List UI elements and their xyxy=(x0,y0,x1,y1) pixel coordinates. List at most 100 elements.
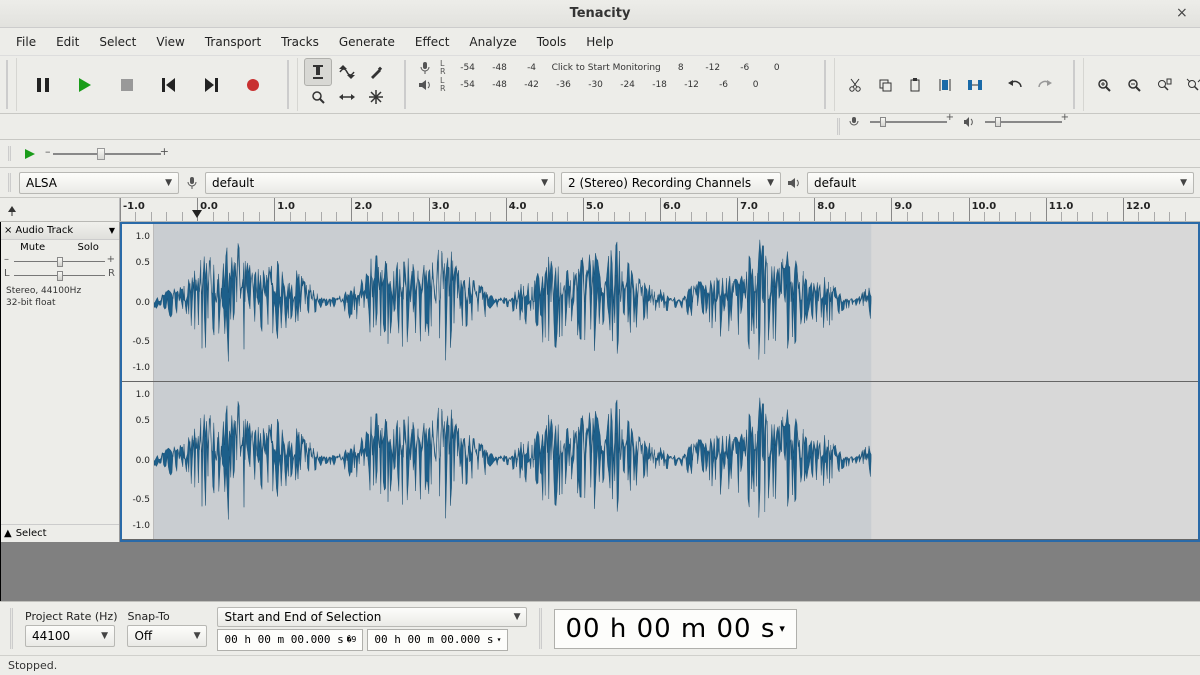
mic-icon[interactable] xyxy=(418,61,432,75)
grip[interactable] xyxy=(6,60,8,109)
project-rate-dropdown[interactable]: 44100▼ xyxy=(25,625,115,647)
snap-to-label: Snap-To xyxy=(127,610,207,623)
zoom-in-button[interactable] xyxy=(1090,71,1118,99)
gain-slider[interactable]: –+ xyxy=(0,255,119,269)
record-button[interactable] xyxy=(233,67,273,103)
selection-end-time[interactable]: 00 h 00 m 00.000 s▾ xyxy=(367,629,508,651)
playhead-cursor xyxy=(0,222,1,601)
redo-button[interactable] xyxy=(1031,71,1059,99)
trim-button[interactable] xyxy=(931,71,959,99)
transport-controls xyxy=(16,58,279,111)
menu-edit[interactable]: Edit xyxy=(46,31,89,53)
grip[interactable] xyxy=(10,608,13,649)
play-at-speed-toolbar: –+ xyxy=(0,140,1200,168)
audio-host-value: ALSA xyxy=(26,176,57,190)
waveform-right-channel[interactable]: 1.00.50.0-0.5-1.0 xyxy=(122,382,1198,540)
menubar: FileEditSelectViewTransportTracksGenerat… xyxy=(0,28,1200,56)
copy-button[interactable] xyxy=(871,71,899,99)
zoom-tool[interactable] xyxy=(304,83,332,111)
draw-tool[interactable] xyxy=(362,58,390,86)
mic-icon xyxy=(185,176,199,190)
track-close-icon[interactable]: × xyxy=(4,225,12,236)
meters: LR -54-48-4 Click to Start Monitoring 8-… xyxy=(414,58,816,111)
menu-effect[interactable]: Effect xyxy=(405,31,460,53)
recording-channels-dropdown[interactable]: 2 (Stereo) Recording Channels▼ xyxy=(561,172,781,194)
recording-device-value: default xyxy=(212,176,254,190)
menu-tracks[interactable]: Tracks xyxy=(271,31,329,53)
multi-tool[interactable] xyxy=(362,83,390,111)
pan-slider[interactable]: LR xyxy=(0,269,119,283)
grip[interactable] xyxy=(287,60,289,109)
playback-volume-slider[interactable]: + xyxy=(981,116,1066,128)
grip[interactable] xyxy=(8,146,11,161)
solo-button[interactable]: Solo xyxy=(77,242,98,253)
timeshift-tool[interactable] xyxy=(333,83,361,111)
grip[interactable] xyxy=(404,60,406,109)
titlebar: Tenacity × xyxy=(0,0,1200,28)
window-title: Tenacity xyxy=(570,6,631,21)
menu-analyze[interactable]: Analyze xyxy=(459,31,526,53)
amplitude-scale: 1.00.50.0-0.5-1.0 xyxy=(122,382,154,539)
record-meter[interactable]: -54-48-4 Click to Start Monitoring 8-12-… xyxy=(452,61,812,75)
speaker-icon[interactable] xyxy=(418,78,432,92)
close-icon[interactable]: × xyxy=(1176,6,1192,22)
mic-icon xyxy=(848,116,860,137)
track-collapse[interactable]: ▲ Select xyxy=(0,524,119,542)
audio-position-display[interactable]: 00 h 00 m 00 s▾ xyxy=(554,609,796,649)
waveform-display[interactable]: 1.00.50.0-0.5-1.0 1.00.50.0-0.5-1.0 xyxy=(120,222,1200,542)
playback-meter[interactable]: -54-48-42-36-30-24-18-12-60 xyxy=(452,78,812,92)
track-header[interactable]: × Audio Track ▼ xyxy=(0,222,119,240)
track-menu-icon[interactable]: ▼ xyxy=(109,226,115,235)
menu-generate[interactable]: Generate xyxy=(329,31,405,53)
recording-channels-value: 2 (Stereo) Recording Channels xyxy=(568,176,751,190)
recording-device-dropdown[interactable]: default▼ xyxy=(205,172,555,194)
play-at-speed-button[interactable] xyxy=(21,145,39,163)
audio-host-dropdown[interactable]: ALSA▼ xyxy=(19,172,179,194)
selection-tool[interactable] xyxy=(304,58,332,86)
menu-help[interactable]: Help xyxy=(576,31,623,53)
track-control-panel: × Audio Track ▼ Mute Solo –+ LR Stereo, … xyxy=(0,222,120,542)
playback-speed-slider[interactable]: –+ xyxy=(47,147,167,161)
project-rate-label: Project Rate (Hz) xyxy=(25,610,117,623)
mixer-toolbar: + + xyxy=(0,114,1200,140)
zoom-tools xyxy=(1083,58,1200,111)
recording-volume-slider[interactable]: + xyxy=(866,116,951,128)
menu-view[interactable]: View xyxy=(146,31,194,53)
tools-palette xyxy=(297,58,396,111)
silence-button[interactable] xyxy=(961,71,989,99)
grip[interactable] xyxy=(824,60,826,109)
mute-button[interactable]: Mute xyxy=(20,242,45,253)
skip-start-button[interactable] xyxy=(149,67,189,103)
play-button[interactable] xyxy=(65,67,105,103)
skip-end-button[interactable] xyxy=(191,67,231,103)
grip[interactable] xyxy=(837,118,840,135)
menu-file[interactable]: File xyxy=(6,31,46,53)
menu-transport[interactable]: Transport xyxy=(195,31,271,53)
waveform-left-channel[interactable]: 1.00.50.0-0.5-1.0 xyxy=(122,224,1198,382)
grip[interactable] xyxy=(8,173,11,192)
envelope-tool[interactable] xyxy=(333,58,361,86)
statusbar: Stopped. xyxy=(0,655,1200,675)
speaker-icon xyxy=(787,176,801,190)
selection-start-time[interactable]: 00 h 00 m 00.000 s�9 xyxy=(217,629,363,651)
undo-button[interactable] xyxy=(1001,71,1029,99)
selection-mode-dropdown[interactable]: Start and End of Selection▼ xyxy=(217,607,527,627)
fit-project-button[interactable] xyxy=(1180,71,1200,99)
zoom-out-button[interactable] xyxy=(1120,71,1148,99)
menu-select[interactable]: Select xyxy=(89,31,146,53)
selection-toolbar: Project Rate (Hz) 44100▼ Snap-To Off▼ St… xyxy=(0,601,1200,655)
snap-to-dropdown[interactable]: Off▼ xyxy=(127,625,207,647)
grip[interactable] xyxy=(1073,60,1075,109)
timeline-pin[interactable] xyxy=(0,198,120,221)
pause-button[interactable] xyxy=(23,67,63,103)
timeline[interactable]: -1.00.01.02.03.04.05.06.07.08.09.010.011… xyxy=(0,198,1200,222)
menu-tools[interactable]: Tools xyxy=(527,31,577,53)
empty-track-area[interactable] xyxy=(0,542,1200,601)
fit-selection-button[interactable] xyxy=(1150,71,1178,99)
grip[interactable] xyxy=(539,608,542,649)
cut-button[interactable] xyxy=(841,71,869,99)
paste-button[interactable] xyxy=(901,71,929,99)
stop-button[interactable] xyxy=(107,67,147,103)
playback-device-dropdown[interactable]: default▼ xyxy=(807,172,1194,194)
main-toolbar: LR -54-48-4 Click to Start Monitoring 8-… xyxy=(0,56,1200,114)
